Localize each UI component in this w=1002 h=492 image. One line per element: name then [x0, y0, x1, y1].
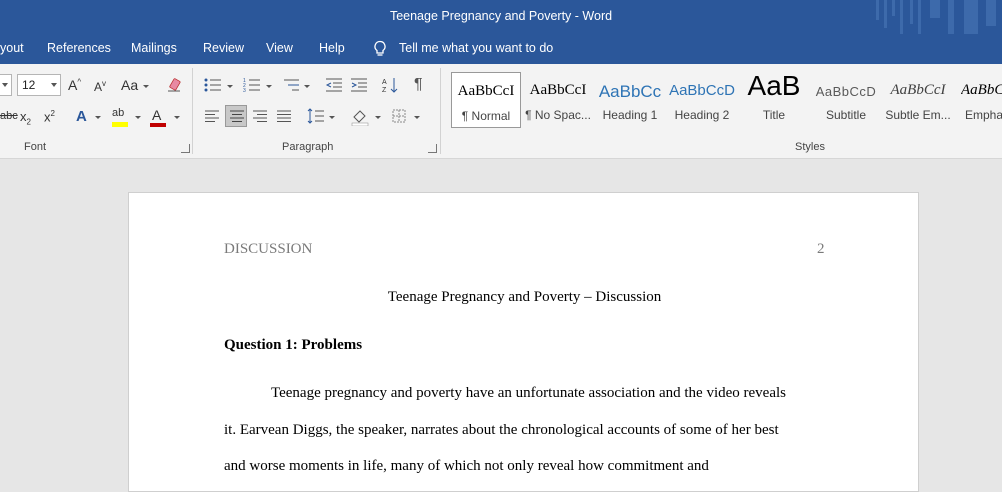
chevron-down-icon	[143, 85, 149, 88]
svg-text:3: 3	[243, 88, 246, 93]
increase-indent-icon[interactable]	[350, 77, 368, 93]
title-bar: Teenage Pregnancy and Poverty - Word	[0, 0, 1002, 34]
running-head: DISCUSSION	[224, 241, 313, 257]
align-right-icon[interactable]	[252, 109, 268, 123]
ribbon: 12 A^ Av Aa abc x2 x2 A ab A Font 123 A …	[0, 64, 1002, 159]
style-heading-1[interactable]: AaBbCc Heading 1	[595, 72, 665, 128]
tab-review[interactable]: Review	[203, 41, 244, 55]
line-spacing-icon[interactable]	[307, 108, 325, 124]
document-page[interactable]: DISCUSSION 2 Teenage Pregnancy and Pover…	[128, 192, 919, 492]
tab-help[interactable]: Help	[319, 41, 345, 55]
pilcrow-icon[interactable]: ¶	[414, 76, 423, 94]
chevron-down-icon	[51, 83, 57, 87]
chevron-down-icon	[304, 85, 310, 88]
paragraph-group-label: Paragraph	[282, 141, 334, 153]
clear-formatting-icon[interactable]	[166, 77, 182, 93]
group-divider	[440, 68, 441, 154]
style-emphasis[interactable]: AaBbCc Empha	[955, 72, 1002, 128]
shading-icon[interactable]	[351, 108, 369, 126]
multilevel-list-icon[interactable]	[282, 77, 300, 93]
section-heading: Question 1: Problems	[224, 337, 363, 353]
align-center-icon	[230, 110, 244, 122]
chevron-down-icon	[227, 85, 233, 88]
strikethrough-button[interactable]: abc	[0, 110, 18, 122]
tab-references[interactable]: References	[47, 41, 111, 55]
chevron-down-icon	[266, 85, 272, 88]
ribbon-tabs: yout References Mailings Review View Hel…	[0, 34, 1002, 64]
style-normal[interactable]: AaBbCcI ¶ Normal	[451, 72, 521, 128]
svg-text:A: A	[382, 79, 387, 86]
body-text-line: and worse moments in life, many of which…	[224, 458, 709, 474]
highlight-swatch	[112, 122, 128, 127]
change-case-button[interactable]: Aa	[121, 77, 138, 93]
chevron-down-icon	[95, 116, 101, 119]
lightbulb-icon	[374, 40, 386, 56]
borders-icon[interactable]	[392, 109, 406, 123]
paragraph-dialog-launcher[interactable]	[428, 144, 437, 153]
chevron-down-icon	[329, 116, 335, 119]
font-name-combo[interactable]	[0, 74, 12, 96]
style-heading-2[interactable]: AaBbCcD Heading 2	[667, 72, 737, 128]
tab-mailings[interactable]: Mailings	[131, 41, 177, 55]
styles-group-label: Styles	[795, 141, 825, 153]
style-no-spacing[interactable]: AaBbCcI ¶ No Spac...	[523, 72, 593, 128]
style-subtle-emphasis[interactable]: AaBbCcI Subtle Em...	[883, 72, 953, 128]
align-center-button[interactable]	[225, 105, 247, 127]
highlight-color-button[interactable]: ab	[112, 107, 124, 119]
shrink-font-button[interactable]: Av	[94, 79, 106, 94]
grow-font-button[interactable]: A^	[68, 77, 81, 93]
page-number: 2	[817, 241, 825, 257]
window-title: Teenage Pregnancy and Poverty - Word	[389, 9, 613, 23]
style-subtitle[interactable]: AaBbCcD Subtitle	[811, 72, 881, 128]
group-divider	[192, 68, 193, 154]
body-text-line: Teenage pregnancy and poverty have an un…	[271, 385, 786, 401]
chevron-down-icon	[414, 116, 420, 119]
font-size-value: 12	[22, 78, 36, 92]
body-text-line: it. Earvean Diggs, the speaker, narrates…	[224, 422, 779, 438]
align-left-icon[interactable]	[204, 109, 220, 123]
tab-layout[interactable]: yout	[0, 41, 24, 55]
font-color-button[interactable]: A	[152, 107, 161, 123]
font-dialog-launcher[interactable]	[181, 144, 190, 153]
document-title: Teenage Pregnancy and Poverty – Discussi…	[387, 289, 662, 305]
tell-me-search[interactable]: Tell me what you want to do	[399, 41, 553, 55]
chevron-down-icon	[174, 116, 180, 119]
decrease-indent-icon[interactable]	[325, 77, 343, 93]
bullets-icon[interactable]	[204, 77, 222, 93]
subscript-button[interactable]: x2	[20, 109, 31, 127]
svg-text:Z: Z	[382, 87, 387, 94]
chevron-down-icon	[375, 116, 381, 119]
justify-icon[interactable]	[276, 109, 292, 123]
style-title[interactable]: AaB Title	[739, 70, 809, 128]
font-group-label: Font	[24, 141, 47, 153]
tab-view[interactable]: View	[266, 41, 293, 55]
numbering-icon[interactable]: 123	[243, 77, 261, 93]
chevron-down-icon	[135, 116, 141, 119]
font-color-swatch	[150, 123, 166, 127]
font-size-combo[interactable]: 12	[17, 74, 61, 96]
superscript-button[interactable]: x2	[44, 109, 55, 124]
text-effects-icon[interactable]: A	[76, 108, 87, 125]
sort-icon[interactable]: AZ	[382, 76, 398, 94]
